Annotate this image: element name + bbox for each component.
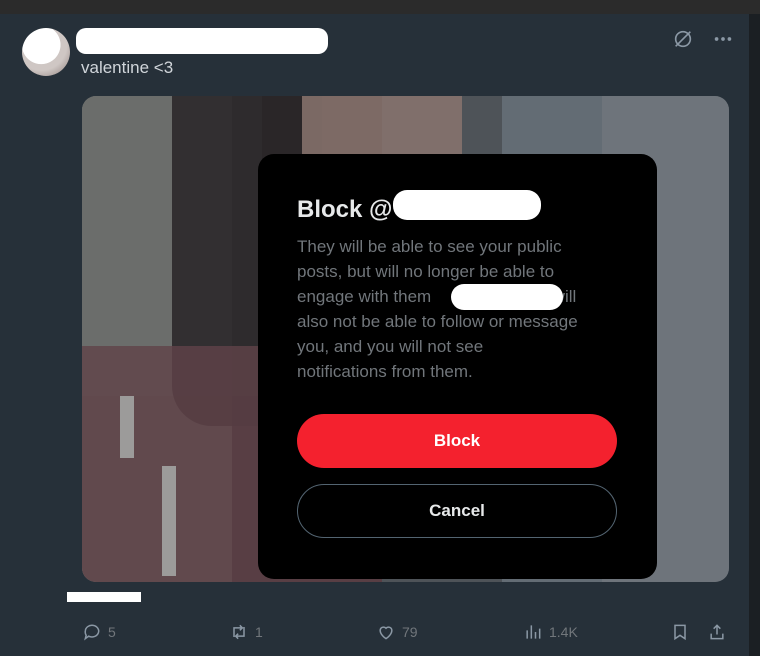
- share-action[interactable]: [707, 622, 727, 642]
- window-top-bar: [0, 0, 760, 14]
- post-actions: 5 1 79 1.4K: [0, 622, 749, 648]
- dialog-title: Block @: [297, 196, 393, 223]
- reply-icon: [84, 624, 100, 641]
- bookmark-icon: [674, 624, 686, 641]
- block-dialog: Block @ They will be able to see your pu…: [258, 154, 657, 579]
- post-subtitle: valentine <3: [81, 58, 174, 77]
- grok-icon[interactable]: [672, 28, 694, 55]
- like-count: 79: [402, 624, 418, 640]
- repost-icon: [233, 624, 245, 640]
- redacted-caption: [67, 592, 141, 602]
- cancel-button[interactable]: Cancel: [297, 484, 617, 538]
- redacted-name: [451, 284, 563, 310]
- views-action[interactable]: 1.4K: [523, 622, 578, 642]
- share-icon: [710, 624, 724, 640]
- post-header-icons: [672, 28, 734, 55]
- redacted-handle: [393, 190, 541, 220]
- views-icon: [526, 625, 541, 639]
- more-options-icon[interactable]: [712, 28, 734, 55]
- redacted-username: [76, 28, 328, 54]
- reply-count: 5: [108, 624, 116, 640]
- reply-action[interactable]: 5: [82, 622, 116, 642]
- views-count: 1.4K: [549, 624, 578, 640]
- block-button[interactable]: Block: [297, 414, 617, 468]
- repost-count: 1: [255, 624, 263, 640]
- avatar[interactable]: [22, 28, 70, 76]
- like-action[interactable]: 79: [376, 622, 418, 642]
- scrollbar[interactable]: [749, 14, 760, 656]
- heart-icon: [379, 626, 393, 640]
- repost-action[interactable]: 1: [229, 622, 263, 642]
- bookmark-action[interactable]: [670, 622, 690, 642]
